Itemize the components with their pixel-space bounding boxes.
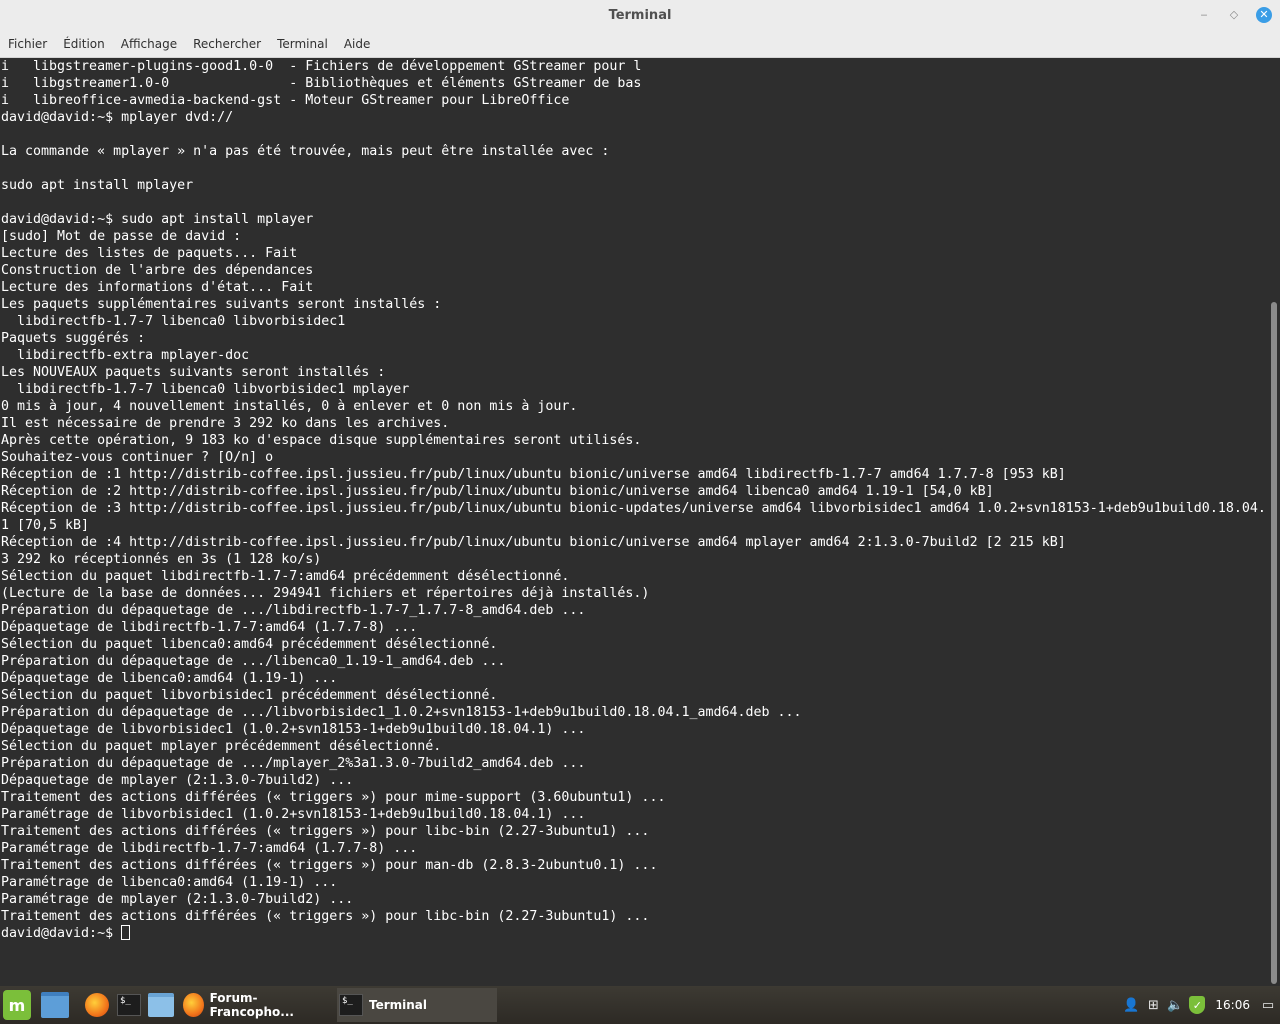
window-controls: ‒ ◇ ✕: [1196, 0, 1272, 30]
terminal-line: [sudo] Mot de passe de david :: [1, 229, 242, 244]
terminal-line: Préparation du dépaquetage de .../libenc…: [1, 654, 506, 669]
volume-icon[interactable]: 🔈: [1167, 997, 1183, 1013]
launcher-folder[interactable]: [147, 991, 175, 1019]
update-shield-icon[interactable]: ✓: [1189, 996, 1206, 1014]
terminal-line: i libreoffice-avmedia-backend-gst - Mote…: [1, 93, 570, 108]
window-titlebar[interactable]: Terminal ‒ ◇ ✕: [0, 0, 1280, 30]
terminal-prompt: david@david:~$: [1, 926, 122, 941]
terminal-line: La commande « mplayer » n'a pas été trou…: [1, 144, 610, 159]
firefox-icon: [85, 993, 109, 1017]
terminal-line: Sélection du paquet libenca0:amd64 précé…: [1, 637, 498, 652]
terminal-line: 1 [70,5 kB]: [1, 518, 90, 533]
terminal-line: Sélection du paquet libdirectfb-1.7-7:am…: [1, 569, 570, 584]
task-label: Terminal: [369, 998, 428, 1012]
terminal-line: i libgstreamer-plugins-good1.0-0 - Fichi…: [1, 59, 642, 74]
terminal-output[interactable]: i libgstreamer-plugins-good1.0-0 - Fichi…: [0, 58, 1268, 986]
terminal-line: Dépaquetage de mplayer (2:1.3.0-7build2)…: [1, 773, 354, 788]
terminal-line: Les paquets supplémentaires suivants ser…: [1, 297, 442, 312]
terminal-line: Préparation du dépaquetage de .../libvor…: [1, 705, 802, 720]
maximize-button[interactable]: ◇: [1226, 7, 1242, 23]
terminal-line: Réception de :3 http://distrib-coffee.ip…: [1, 501, 1266, 516]
task-terminal[interactable]: $_ Terminal: [337, 988, 497, 1022]
terminal-scrollbar[interactable]: [1268, 58, 1280, 986]
terminal-line: Réception de :2 http://distrib-coffee.ip…: [1, 484, 994, 499]
terminal-line: Traitement des actions différées (« trig…: [1, 790, 666, 805]
menu-rechercher[interactable]: Rechercher: [185, 37, 269, 51]
terminal-line: Préparation du dépaquetage de .../mplaye…: [1, 756, 586, 771]
terminal-line: libdirectfb-1.7-7 libenca0 libvorbisidec…: [1, 314, 346, 329]
mint-menu-icon: m: [3, 990, 31, 1020]
text-cursor: [121, 925, 131, 940]
terminal-line: Dépaquetage de libdirectfb-1.7-7:amd64 (…: [1, 620, 418, 635]
launcher-files[interactable]: [41, 991, 69, 1019]
window-title: Terminal: [608, 7, 672, 23]
terminal-line: (Lecture de la base de données... 294941…: [1, 586, 650, 601]
menu-bar: Fichier Édition Affichage Rechercher Ter…: [0, 30, 1280, 58]
terminal-line: sudo apt install mplayer: [1, 178, 194, 193]
clock[interactable]: 16:06: [1215, 998, 1250, 1012]
terminal-line: Réception de :4 http://distrib-coffee.ip…: [1, 535, 1066, 550]
task-forum-francophone[interactable]: Forum-Francopho...: [181, 988, 331, 1022]
launcher-firefox[interactable]: [83, 991, 111, 1019]
terminal-line: libdirectfb-extra mplayer-doc: [1, 348, 250, 363]
menu-terminal[interactable]: Terminal: [269, 37, 336, 51]
terminal-line: Sélection du paquet mplayer précédemment…: [1, 739, 442, 754]
terminal-line: i libgstreamer1.0-0 - Bibliothèques et é…: [1, 76, 642, 91]
network-icon[interactable]: ⊞: [1145, 997, 1161, 1013]
menu-edition[interactable]: Édition: [55, 37, 113, 51]
menu-fichier[interactable]: Fichier: [0, 37, 55, 51]
taskbar: m $_ Forum-Francopho... $_ Terminal 👤 ⊞ …: [0, 986, 1280, 1024]
terminal-line: libdirectfb-1.7-7 libenca0 libvorbisidec…: [1, 382, 410, 397]
terminal-line: Construction de l'arbre des dépendances: [1, 263, 314, 278]
terminal-line: Paramétrage de libvorbisidec1 (1.0.2+svn…: [1, 807, 586, 822]
terminal-line: 3 292 ko réceptionnés en 3s (1 128 ko/s): [1, 552, 322, 567]
folder-icon: [148, 993, 174, 1017]
task-label: Forum-Francopho...: [209, 991, 294, 1019]
terminal-line: 0 mis à jour, 4 nouvellement installés, …: [1, 399, 578, 414]
files-icon: [41, 992, 69, 1018]
terminal-line: Après cette opération, 9 183 ko d'espace…: [1, 433, 642, 448]
terminal-line: Préparation du dépaquetage de .../libdir…: [1, 603, 586, 618]
terminal-icon: $_: [339, 994, 363, 1016]
user-icon[interactable]: 👤: [1123, 997, 1139, 1013]
terminal-line: Traitement des actions différées (« trig…: [1, 909, 650, 924]
terminal-line: Il est nécessaire de prendre 3 292 ko da…: [1, 416, 450, 431]
terminal-line: Sélection du paquet libvorbisidec1 précé…: [1, 688, 498, 703]
start-menu-button[interactable]: m: [3, 990, 31, 1020]
menu-affichage[interactable]: Affichage: [113, 37, 185, 51]
menu-aide[interactable]: Aide: [336, 37, 379, 51]
display-icon[interactable]: ▭: [1260, 997, 1276, 1013]
terminal-line: Traitement des actions différées (« trig…: [1, 824, 650, 839]
terminal-line: Paquets suggérés :: [1, 331, 146, 346]
terminal-line: Réception de :1 http://distrib-coffee.ip…: [1, 467, 1066, 482]
terminal-line: Dépaquetage de libvorbisidec1 (1.0.2+svn…: [1, 722, 586, 737]
firefox-icon: [183, 993, 204, 1017]
terminal-line: Dépaquetage de libenca0:amd64 (1.19-1) .…: [1, 671, 338, 686]
terminal-line: david@david:~$ sudo apt install mplayer: [1, 212, 314, 227]
terminal-icon: $_: [117, 994, 141, 1016]
terminal-line: david@david:~$ mplayer dvd://: [1, 110, 234, 125]
terminal-line: Traitement des actions différées (« trig…: [1, 858, 658, 873]
terminal-lines: i libgstreamer-plugins-good1.0-0 - Fichi…: [0, 58, 1268, 925]
terminal-prompt-line: david@david:~$: [0, 925, 1268, 942]
terminal-line: Les NOUVEAUX paquets suivants seront ins…: [1, 365, 386, 380]
terminal-line: Lecture des informations d'état... Fait: [1, 280, 314, 295]
scrollbar-thumb[interactable]: [1271, 302, 1277, 984]
terminal-line: Paramétrage de libdirectfb-1.7-7:amd64 (…: [1, 841, 418, 856]
minimize-button[interactable]: ‒: [1196, 7, 1212, 23]
terminal-line: Lecture des listes de paquets... Fait: [1, 246, 298, 261]
terminal-line: Souhaitez-vous continuer ? [O/n] o: [1, 450, 274, 465]
close-button[interactable]: ✕: [1256, 7, 1272, 23]
terminal-line: Paramétrage de mplayer (2:1.3.0-7build2)…: [1, 892, 354, 907]
launcher-terminal[interactable]: $_: [115, 991, 143, 1019]
system-tray: 👤 ⊞ 🔈 ✓ 16:06 ▭: [1123, 986, 1280, 1024]
terminal-line: Paramétrage de libenca0:amd64 (1.19-1) .…: [1, 875, 338, 890]
